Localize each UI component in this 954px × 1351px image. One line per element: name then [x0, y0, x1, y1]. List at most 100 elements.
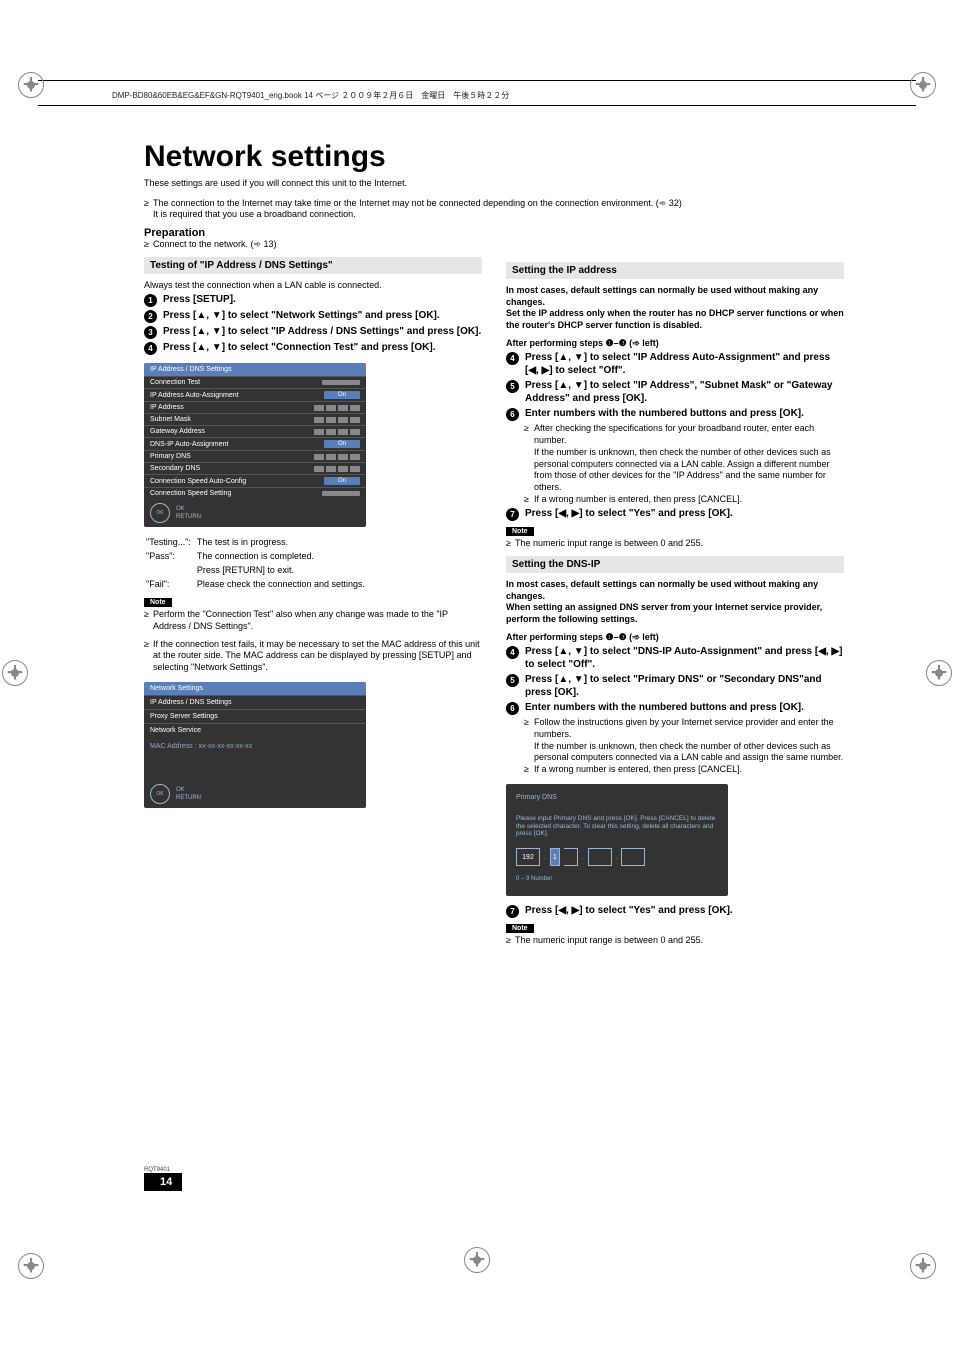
s2-step4: Press [▲, ▼] to select "DNS-IP Auto-Assi… — [525, 645, 844, 671]
dns-octet-3 — [588, 848, 612, 866]
step-badge-4: 4 — [506, 352, 519, 365]
panel-header: IP Address / DNS Settings — [144, 363, 366, 376]
panel-row: Connection Test — [144, 376, 366, 388]
sec2-para2: When setting an assigned DNS server from… — [506, 602, 844, 625]
panel-footer: OK RETURN — [144, 780, 366, 808]
right-column: Setting the IP address In most cases, de… — [506, 140, 844, 947]
step-badge-1: 1 — [144, 294, 157, 307]
note-bullet: ≥The numeric input range is between 0 an… — [506, 538, 844, 550]
panel-row: IP Address / DNS Settings — [144, 695, 366, 709]
return-label: RETURN — [176, 514, 201, 520]
note-badge: Note — [144, 598, 172, 607]
s1-step7: Press [◀, ▶] to select "Yes" and press [… — [525, 507, 733, 521]
s1-step6: Enter numbers with the numbered buttons … — [525, 407, 804, 421]
value-bar — [322, 491, 360, 496]
crop-mark-icon — [18, 1253, 44, 1279]
step-badge-5: 5 — [506, 674, 519, 687]
panel-row: Connection Speed Setting — [144, 487, 366, 499]
crop-mark-icon — [910, 1253, 936, 1279]
s2-step6: Enter numbers with the numbered buttons … — [525, 701, 804, 715]
panel-footer: OK RETURN — [144, 499, 366, 527]
dpad-icon — [150, 503, 170, 523]
network-settings-panel: Network Settings IP Address / DNS Settin… — [144, 682, 366, 808]
lead-text: Always test the connection when a LAN ca… — [144, 280, 482, 292]
note-bullet: ≥If the connection test fails, it may be… — [144, 639, 482, 674]
primary-dns-panel: Primary DNS Please input Primary DNS and… — [506, 784, 728, 896]
panel-row: DNS-IP Auto-AssignmentOn — [144, 437, 366, 450]
sec1-para1: In most cases, default settings can norm… — [506, 285, 844, 308]
step-badge-7: 7 — [506, 905, 519, 918]
dns-octet-2: 1 — [550, 848, 560, 866]
rule-under-path — [38, 105, 916, 106]
mac-address: MAC Address : xx-xx-xx-xx-xx-xx — [144, 737, 366, 756]
registration-target-icon — [2, 660, 28, 686]
step-1-text: Press [SETUP]. — [163, 293, 236, 307]
sec2-para1: In most cases, default settings can norm… — [506, 579, 844, 602]
step-badge-4: 4 — [144, 342, 157, 355]
note-badge: Note — [506, 527, 534, 536]
panel-row: IP Address — [144, 401, 366, 413]
value-pill: On — [324, 440, 360, 448]
s1-step4: Press [▲, ▼] to select "IP Address Auto-… — [525, 351, 844, 377]
value-pill: On — [324, 391, 360, 399]
preparation-heading: Preparation — [144, 227, 482, 239]
page-number: 14 — [144, 1173, 182, 1191]
s1-step5: Press [▲, ▼] to select "IP Address", "Su… — [525, 379, 844, 405]
panel-header: Primary DNS — [516, 794, 718, 801]
dns-number-hint: 0 – 9 Number — [516, 876, 718, 882]
after-steps: After performing steps ❶–❸ (➾ left) — [506, 632, 844, 644]
step-badge-3: 3 — [144, 326, 157, 339]
file-path: DMP-BD80&60EB&EG&EF&GN-RQT9401_eng.book … — [112, 90, 509, 101]
step-badge-7: 7 — [506, 508, 519, 521]
preparation-bullet: ≥ Connect to the network. (➾ 13) — [144, 239, 482, 251]
step-badge-4: 4 — [506, 646, 519, 659]
note-bullet: ≥Perform the "Connection Test" also when… — [144, 609, 482, 632]
panel-row: Secondary DNS — [144, 462, 366, 474]
preparation-text: Connect to the network. (➾ 13) — [153, 239, 277, 251]
sub-bullet: ≥After checking the specifications for y… — [506, 423, 844, 493]
dns-octet-1: 192 — [516, 848, 540, 866]
sub-bullet: ≥Follow the instructions given by your I… — [506, 717, 844, 764]
bullet-dot: ≥ — [144, 198, 149, 221]
value-bar — [322, 380, 360, 385]
dns-octet-2b — [564, 848, 578, 866]
step-badge-6: 6 — [506, 408, 519, 421]
note-badge: Note — [506, 924, 534, 933]
dns-octet-4 — [621, 848, 645, 866]
step-badge-6: 6 — [506, 702, 519, 715]
step-badge-2: 2 — [144, 310, 157, 323]
panel-header: Network Settings — [144, 682, 366, 695]
section-heading-ip: Setting the IP address — [506, 262, 844, 279]
ok-label: OK — [176, 787, 201, 793]
sub-bullet: ≥If a wrong number is entered, then pres… — [506, 764, 844, 776]
panel-row: Proxy Server Settings — [144, 709, 366, 723]
step-4-text: Press [▲, ▼] to select "Connection Test"… — [163, 341, 435, 355]
note-bullet: ≥The numeric input range is between 0 an… — [506, 935, 844, 947]
panel-row: Subnet Mask — [144, 413, 366, 425]
panel-row: IP Address Auto-AssignmentOn — [144, 388, 366, 401]
registration-target-icon — [926, 660, 952, 686]
s2-step5: Press [▲, ▼] to select "Primary DNS" or … — [525, 673, 844, 699]
status-definitions: "Testing...":The test is in progress. "P… — [144, 535, 371, 592]
value-pill: On — [324, 477, 360, 485]
dns-message: Please input Primary DNS and press [OK].… — [516, 815, 718, 838]
return-label: RETURN — [176, 795, 201, 801]
after-steps: After performing steps ❶–❸ (➾ left) — [506, 338, 844, 350]
sub-bullet: ≥If a wrong number is entered, then pres… — [506, 494, 844, 506]
panel-row: Gateway Address — [144, 425, 366, 437]
s2-step7: Press [◀, ▶] to select "Yes" and press [… — [525, 904, 733, 918]
panel-row: Network Service — [144, 723, 366, 737]
section-heading-testing: Testing of "IP Address / DNS Settings" — [144, 257, 482, 274]
sec1-para2: Set the IP address only when the router … — [506, 308, 844, 331]
section-heading-dns: Setting the DNS-IP — [506, 556, 844, 573]
rule-top — [38, 80, 916, 81]
panel-row: Connection Speed Auto-ConfigOn — [144, 474, 366, 487]
step-badge-5: 5 — [506, 380, 519, 393]
dns-input-row: 192 . 1 . . — [516, 848, 718, 866]
step-2-text: Press [▲, ▼] to select "Network Settings… — [163, 309, 440, 323]
registration-target-icon — [464, 1247, 490, 1273]
crop-mark-icon — [910, 72, 936, 98]
ip-settings-panel: IP Address / DNS Settings Connection Tes… — [144, 363, 366, 527]
ok-label: OK — [176, 506, 201, 512]
step-3-text: Press [▲, ▼] to select "IP Address / DNS… — [163, 325, 481, 339]
